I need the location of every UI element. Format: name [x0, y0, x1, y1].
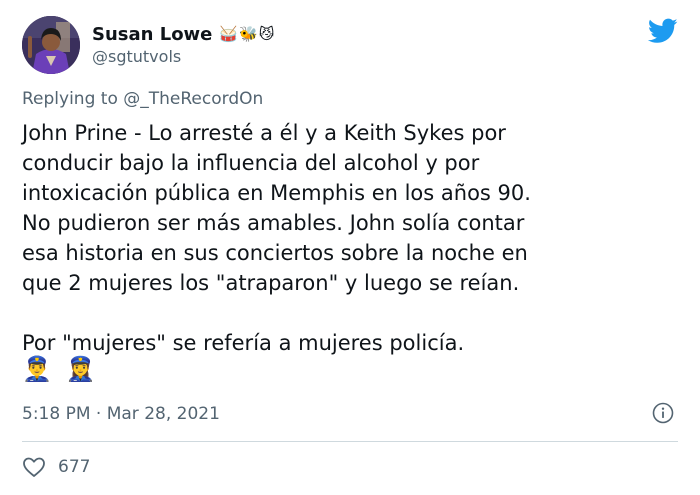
tweet-text-line: conducir bajo la influencia del alcohol …: [22, 151, 480, 175]
heart-icon[interactable]: [22, 456, 46, 478]
tweet-text-second-paragraph: Por "mujeres" se refería a mujeres polic…: [22, 331, 465, 355]
tweet-text-line: esa historia en sus conciertos sobre la …: [22, 241, 528, 265]
reply-mention-link[interactable]: @_TheRecordOn: [123, 89, 263, 109]
avatar[interactable]: [22, 16, 80, 74]
author-handle[interactable]: @sgtutvols: [92, 47, 181, 66]
like-count: 677: [58, 457, 91, 477]
tweet-timestamp[interactable]: 5:18 PM · Mar 28, 2021: [22, 404, 220, 424]
tweet-text-line: que 2 mujeres los "atraparon" y luego se…: [22, 271, 520, 295]
author-display-name[interactable]: Susan Lowe: [92, 24, 212, 45]
tweet-text-line: No pudieron ser más amables. John solía …: [22, 211, 525, 235]
info-icon[interactable]: [652, 402, 674, 424]
tweet-text-line: John Prine - Lo arresté a él y a Keith S…: [22, 121, 506, 145]
divider: [22, 441, 678, 442]
like-action[interactable]: 677: [22, 456, 90, 478]
author-name-row: Susan Lowe 🥁🐝😼: [92, 22, 275, 46]
police-officer-emojis: 👮‍♂️👮‍♀️: [22, 355, 110, 383]
replying-to-prefix: Replying to: [22, 89, 124, 109]
twitter-bird-icon[interactable]: [648, 18, 678, 44]
tweet-card: Susan Lowe 🥁🐝😼 @sgtutvols Replying to @_…: [0, 0, 700, 495]
author-name-emojis: 🥁🐝😼: [219, 24, 276, 43]
replying-to: Replying to @_TheRecordOn: [22, 89, 263, 109]
tweet-text-line: intoxicación pública en Memphis en los a…: [22, 181, 531, 205]
tweet-body: John Prine - Lo arresté a él y a Keith S…: [22, 118, 682, 358]
